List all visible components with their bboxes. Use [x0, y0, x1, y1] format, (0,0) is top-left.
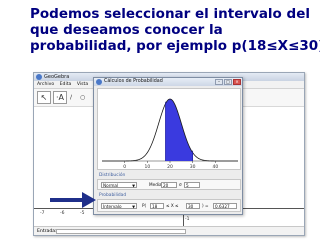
mean-value: 20	[163, 183, 169, 188]
probability-result-field[interactable]: 0.6327	[213, 203, 237, 209]
graph-x-tick-label: 10	[144, 164, 150, 170]
probability-type-select[interactable]: Intervalo ▼	[101, 203, 137, 209]
pointer-arrow-icon	[50, 192, 96, 208]
minimize-icon[interactable]: –	[215, 79, 223, 85]
menu-vista[interactable]: Vista	[77, 82, 88, 87]
slide-heading: Podemos seleccionar el intervalo del que…	[30, 6, 320, 54]
graph-x-ticks: 0 10 20 30 40	[123, 161, 218, 170]
pointer-arrow-head	[82, 192, 96, 208]
upper-bound-value: 30	[188, 204, 194, 209]
distribution-select[interactable]: Normal ▼	[101, 182, 137, 188]
maximize-icon[interactable]: □	[224, 79, 232, 85]
p-open-label: P(	[142, 203, 147, 208]
graph-x-tick-label: 20	[167, 164, 173, 170]
heading-line-3: probabilidad, por ejemplo p(18≤X≤30)	[30, 38, 320, 54]
inequality-label: ≤ X ≤	[166, 203, 179, 208]
graph-x-tick-label: 30	[190, 164, 196, 170]
dialog-title: Cálculos de Probabilidad	[104, 79, 163, 84]
lower-bound-value: 18	[152, 204, 158, 209]
mean-label: Media	[149, 182, 162, 187]
x-tick-label: -7	[40, 211, 45, 216]
graph-x-tick-label: 40	[212, 164, 218, 170]
input-field[interactable]	[56, 229, 186, 234]
chevron-down-icon: ▼	[132, 204, 135, 209]
probability-result-value: 0.6327	[215, 204, 230, 209]
graph-x-tick-label: 0	[123, 164, 126, 170]
window-controls: – □ ×	[214, 79, 241, 87]
x-tick-label: -5	[80, 211, 85, 216]
line-tool-icon[interactable]: ∕	[70, 94, 72, 101]
probability-panel: Intervalo ▼ P( 18 ≤ X ≤ 30 ) = 0.6327	[97, 199, 241, 212]
geogebra-app-icon	[36, 74, 42, 80]
dialog-title-bar: Cálculos de Probabilidad – □ ×	[94, 78, 242, 86]
distribution-value: Normal	[103, 183, 119, 188]
sd-field[interactable]: 5	[184, 182, 200, 188]
menu-edita[interactable]: Edita	[60, 82, 72, 87]
heading-line-2: que deseamos conocer la	[30, 22, 223, 38]
input-label: Entrada:	[37, 229, 57, 234]
sd-label: σ	[179, 182, 182, 187]
move-tool-icon[interactable]: ↖	[37, 91, 51, 104]
geogebra-title: GeoGebra	[44, 74, 70, 80]
probability-type-value: Intervalo	[103, 204, 122, 209]
chevron-down-icon: ▼	[132, 183, 135, 188]
circle-tool-icon[interactable]: ○	[80, 94, 85, 101]
distribution-section-label: Distribución	[99, 173, 126, 178]
lower-bound-field[interactable]: 18	[150, 203, 164, 209]
point-tool-icon[interactable]: ·A	[53, 91, 67, 104]
heading-line-1: Podemos seleccionar el intervalo del	[30, 6, 310, 22]
x-tick-label: -6	[60, 211, 65, 216]
probability-calculator-dialog: Cálculos de Probabilidad – □ × 0 10 20 30 40 D…	[93, 77, 243, 215]
mean-field[interactable]: 20	[161, 182, 177, 188]
sd-value: 5	[186, 183, 189, 188]
shaded-probability-area	[165, 99, 193, 161]
normal-curve-plot: 0 10 20 30 40	[102, 98, 238, 170]
close-icon[interactable]: ×	[233, 79, 241, 85]
menu-archivo[interactable]: Archivo	[37, 82, 54, 87]
distribution-panel: Normal ▼ Media 20 σ 5	[97, 179, 241, 190]
probability-section-label: Probabilidad	[99, 193, 127, 198]
p-close-label: ) =	[202, 203, 209, 208]
input-bar: Entrada:	[34, 226, 304, 235]
distribution-graph: 0 10 20 30 40	[97, 88, 241, 170]
upper-bound-field[interactable]: 30	[186, 203, 200, 209]
y-tick-label: -1	[185, 217, 190, 222]
dialog-app-icon	[96, 79, 102, 85]
